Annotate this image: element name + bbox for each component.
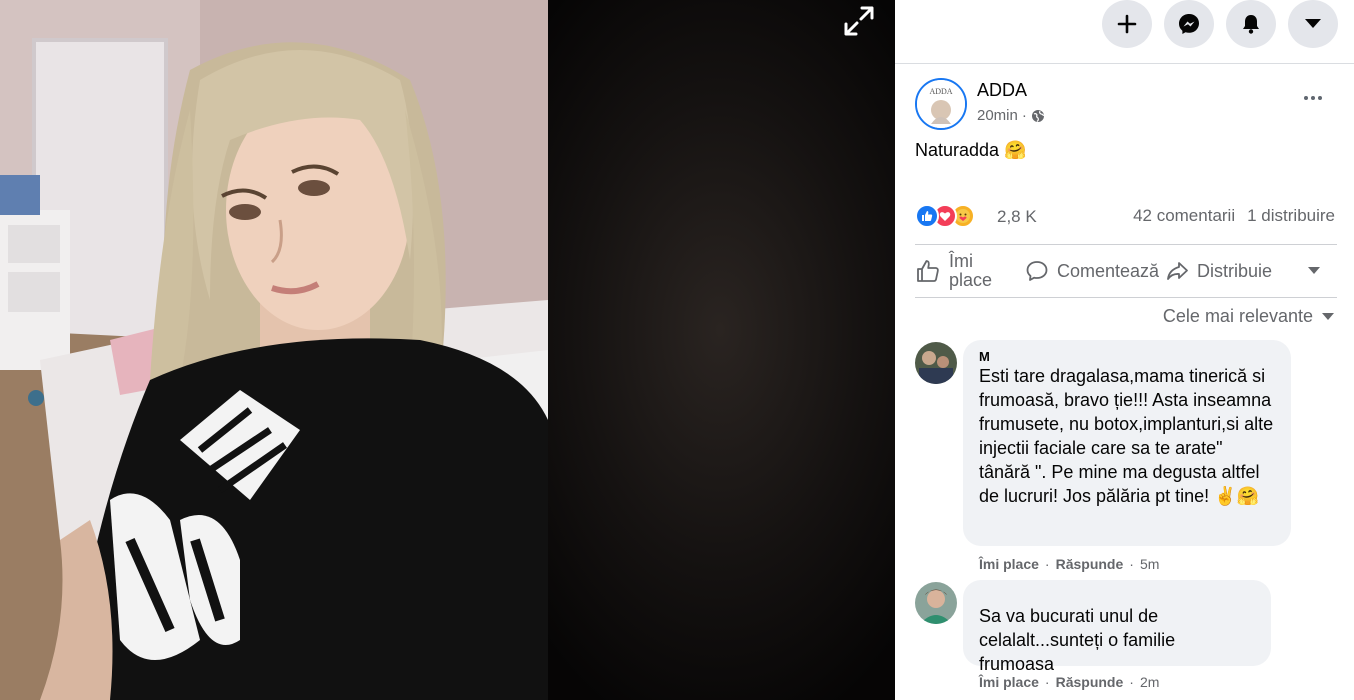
shares-count[interactable]: 1 distribuire	[1247, 206, 1335, 226]
commenter-name[interactable]: M	[979, 350, 1275, 364]
account-menu-button[interactable]	[1288, 0, 1338, 48]
comment-text: Esti tare dragalasa,mama tinerică si fru…	[979, 366, 1274, 506]
bell-icon	[1243, 15, 1259, 34]
dot-icon	[1318, 96, 1322, 100]
thumb-up-icon	[917, 260, 939, 282]
reaction-count[interactable]: 2,8 K	[997, 207, 1037, 227]
notifications-button[interactable]	[1226, 0, 1276, 48]
comment-time[interactable]: 2m	[1140, 674, 1159, 690]
comment-text: Sa va bucurati unul de celalalt...sunteț…	[979, 606, 1176, 674]
comment-button[interactable]: Comentează	[1025, 245, 1159, 297]
create-button[interactable]	[1102, 0, 1152, 48]
expand-button[interactable]	[838, 2, 880, 40]
reactions-bar: 2,8 K 42 comentarii 1 distribuire	[915, 204, 1335, 228]
post-side-panel: ADDA ADDA 20min · Naturadda 🤗 2,8 K 42 c…	[895, 0, 1354, 700]
globe-icon	[1031, 109, 1044, 122]
separator-dot: ·	[1044, 674, 1050, 690]
caret-down-icon	[1308, 267, 1320, 274]
sort-label: Cele mai relevante	[1162, 306, 1313, 326]
author-name[interactable]: ADDA	[977, 80, 1027, 101]
comment-icon	[1026, 261, 1048, 281]
comment-actions: Îmi place · Răspunde · 5m	[979, 556, 1159, 572]
messenger-icon	[1179, 14, 1199, 34]
like-label: Îmi place	[949, 251, 993, 290]
commenter-avatar[interactable]	[915, 582, 957, 624]
commenter-name[interactable]	[979, 590, 1255, 604]
share-icon	[1167, 262, 1188, 280]
post-time[interactable]: 20min	[977, 107, 1018, 124]
comment-bubble: M Esti tare dragalasa,mama tinerică si f…	[963, 340, 1291, 546]
comments-count[interactable]: 42 comentarii	[1133, 206, 1235, 226]
comment-label: Comentează	[1057, 260, 1160, 281]
photo-viewer	[0, 0, 895, 700]
engagement-counts: 42 comentarii 1 distribuire	[1133, 206, 1335, 226]
post-actions: Îmi place Comentează Distribuie	[915, 244, 1337, 298]
separator-dot: ·	[1044, 556, 1050, 572]
comment-sort-button[interactable]: Cele mai relevante	[1163, 306, 1335, 327]
comment-actions: Îmi place · Răspunde · 2m	[979, 674, 1159, 690]
dot-icon	[1311, 96, 1315, 100]
caret-down-icon	[1305, 19, 1321, 28]
share-button[interactable]: Distribuie	[1165, 245, 1272, 297]
share-dropdown-button[interactable]	[1307, 245, 1321, 297]
post-photo[interactable]	[0, 0, 548, 700]
plus-icon	[1117, 14, 1137, 34]
photo-illustration	[0, 0, 548, 700]
post-caption: Naturadda 🤗	[915, 140, 1027, 160]
dot-icon	[1304, 96, 1308, 100]
separator-dot: ·	[1129, 556, 1134, 572]
post-meta: 20min ·	[977, 107, 1045, 124]
comment-reply-link[interactable]: Răspunde	[1056, 556, 1124, 572]
messenger-button[interactable]	[1164, 0, 1214, 48]
commenter-avatar[interactable]	[915, 342, 957, 384]
comment-bubble: Sa va bucurati unul de celalalt...sunteț…	[963, 580, 1271, 674]
comment-reply-link[interactable]: Răspunde	[1056, 674, 1124, 690]
comment-like-link[interactable]: Îmi place	[979, 556, 1039, 572]
like-reaction-icon	[915, 204, 939, 228]
expand-icon	[844, 6, 874, 36]
top-bar	[895, 0, 1354, 64]
like-button[interactable]: Îmi place	[915, 245, 1007, 297]
avatar-image	[915, 582, 957, 624]
separator-dot: ·	[1129, 674, 1134, 690]
post-options-button[interactable]	[1295, 86, 1331, 110]
comment-time[interactable]: 5m	[1140, 556, 1159, 572]
avatar-image	[915, 342, 957, 384]
author-avatar[interactable]: ADDA	[915, 78, 967, 130]
caret-down-icon	[1322, 312, 1334, 320]
avatar-logo-text: ADDA	[929, 87, 952, 96]
meta-separator: ·	[1021, 107, 1027, 124]
share-label: Distribuie	[1197, 260, 1273, 281]
avatar-image: ADDA	[917, 80, 965, 128]
comment-like-link[interactable]: Îmi place	[979, 674, 1039, 690]
reaction-icons[interactable]	[915, 204, 975, 228]
